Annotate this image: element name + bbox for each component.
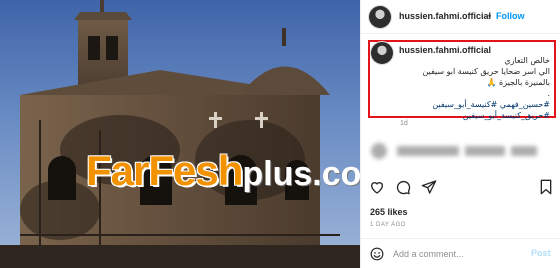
separator-dot: •	[488, 11, 492, 21]
likes-count[interactable]: 265 likes	[370, 207, 408, 217]
heart-icon[interactable]	[369, 179, 385, 195]
hashtag-line[interactable]: #حريق_كنيسة_أبو_سيفين	[395, 110, 550, 121]
post-side-panel: hussien.fahmi.official • Follow hussien.…	[360, 0, 560, 268]
follow-button[interactable]: Follow	[496, 11, 525, 21]
comment-bar: Post	[361, 238, 560, 268]
action-bar	[361, 177, 560, 199]
caption-text: خالص التعازي الي اسر ضحايا حريق كنيسة اب…	[395, 44, 550, 121]
bookmark-icon[interactable]	[538, 179, 554, 195]
post-header: hussien.fahmi.official • Follow	[361, 0, 560, 34]
caption-timestamp[interactable]: 1d	[400, 120, 408, 127]
watermark-tail: plus.com	[242, 155, 360, 193]
username-link[interactable]: hussien.fahmi.official	[399, 11, 491, 21]
blurred-comment	[371, 142, 553, 160]
caption-line: الي اسر ضحايا حريق كنيسة ابو سيفين	[422, 67, 550, 76]
caption-line: بالمنيرة بالجيزة 🙏	[486, 78, 551, 87]
watermark: FarFeshplus.com	[86, 146, 360, 196]
avatar[interactable]	[369, 6, 391, 28]
post-date: 1 DAY AGO	[370, 222, 406, 228]
emoji-icon[interactable]	[370, 247, 384, 261]
burned-church-image	[0, 0, 360, 268]
post-comment-button[interactable]: Post	[531, 248, 551, 258]
hashtag-line[interactable]: #حسين_فهمي #كنيسة_أبو_سيفين	[395, 99, 550, 110]
comment-input[interactable]	[393, 246, 523, 262]
comment-icon[interactable]	[395, 179, 411, 195]
caption-avatar[interactable]	[371, 42, 393, 64]
caption-line: خالص التعازي	[504, 56, 550, 65]
watermark-main: FarFesh	[86, 147, 243, 194]
caption-line: .	[547, 89, 550, 98]
share-icon[interactable]	[421, 179, 437, 195]
post-photo[interactable]: FarFeshplus.com	[0, 0, 360, 268]
